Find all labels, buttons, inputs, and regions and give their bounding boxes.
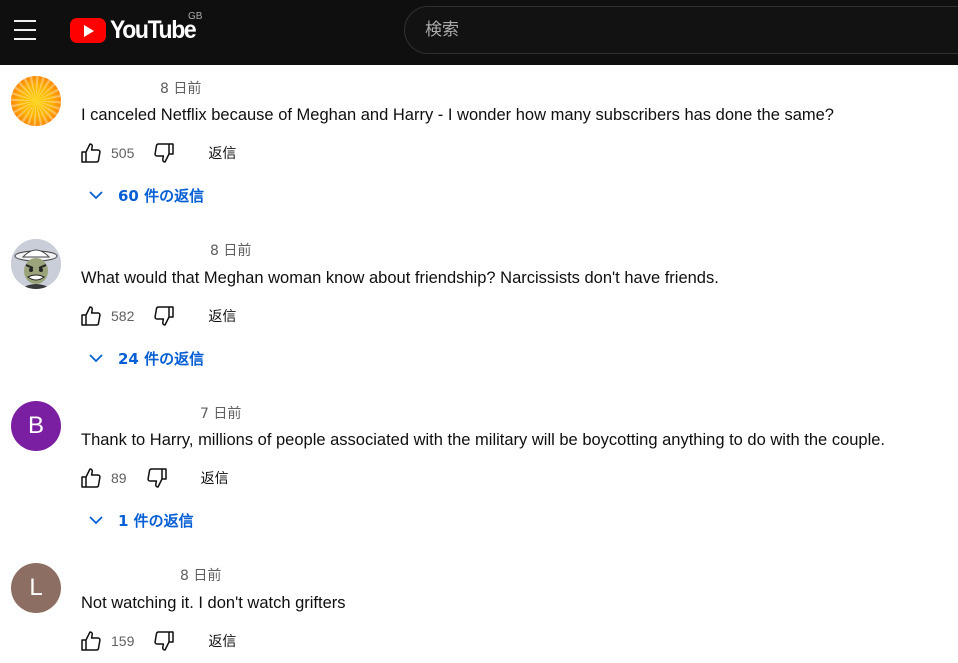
reply-button[interactable]: 返信 (208, 631, 236, 651)
play-logo-icon (70, 17, 106, 43)
like-count: 582 (111, 308, 135, 324)
replies-label: 24 件の返信 (118, 349, 205, 368)
comment-actions: 582 返信 (79, 304, 236, 328)
logo-text: YouTube (110, 15, 197, 44)
comment-text: Thank to Harry, millions of people assoc… (81, 431, 886, 449)
country-code: GB (188, 11, 203, 22)
comment-actions: 505 返信 (79, 141, 236, 165)
comment-text: I canceled Netflix because of Meghan and… (81, 106, 834, 124)
comment-actions: 159 返信 (79, 629, 236, 653)
avatar[interactable] (11, 239, 61, 289)
dislike-icon[interactable] (152, 304, 176, 328)
like-icon[interactable] (79, 141, 103, 165)
replies-label: 1 件の返信 (118, 511, 194, 530)
dislike-icon[interactable] (152, 141, 176, 165)
chevron-down-icon (89, 516, 103, 525)
comment-timestamp[interactable]: 8 日前 (180, 565, 221, 585)
comment-timestamp[interactable]: 8 日前 (160, 78, 201, 98)
reply-button[interactable]: 返信 (201, 468, 229, 488)
reply-button[interactable]: 返信 (208, 143, 236, 163)
like-icon[interactable] (79, 629, 103, 653)
dislike-icon[interactable] (145, 466, 169, 490)
comment-actions: 89 返信 (79, 466, 229, 490)
comment-text: Not watching it. I don't watch grifters (81, 594, 346, 612)
chevron-down-icon (89, 191, 103, 200)
cartoon-face-icon (11, 239, 61, 289)
view-replies-button[interactable]: 1 件の返信 (86, 508, 194, 532)
dislike-icon[interactable] (152, 629, 176, 653)
comment-timestamp[interactable]: 8 日前 (210, 240, 251, 260)
like-count: 159 (111, 633, 135, 649)
avatar-letter: L (29, 574, 43, 601)
chevron-down-icon (89, 354, 103, 363)
reply-button[interactable]: 返信 (208, 306, 236, 326)
avatar[interactable] (11, 76, 61, 126)
youtube-logo[interactable]: YouTube (70, 15, 203, 44)
like-count: 89 (111, 470, 127, 486)
search-input[interactable] (425, 20, 958, 40)
avatar[interactable]: L (11, 563, 61, 613)
replies-label: 60 件の返信 (118, 186, 205, 205)
masthead: YouTube GB (0, 0, 958, 65)
menu-icon[interactable] (14, 20, 38, 40)
comment-text: What would that Meghan woman know about … (81, 269, 719, 287)
view-replies-button[interactable]: 24 件の返信 (86, 346, 204, 370)
like-count: 505 (111, 145, 135, 161)
comment-timestamp[interactable]: 7 日前 (200, 403, 241, 423)
like-icon[interactable] (79, 466, 103, 490)
search-box[interactable] (404, 6, 958, 54)
avatar-letter: B (27, 412, 44, 439)
like-icon[interactable] (79, 304, 103, 328)
avatar[interactable]: B (11, 401, 61, 451)
view-replies-button[interactable]: 60 件の返信 (86, 183, 204, 207)
